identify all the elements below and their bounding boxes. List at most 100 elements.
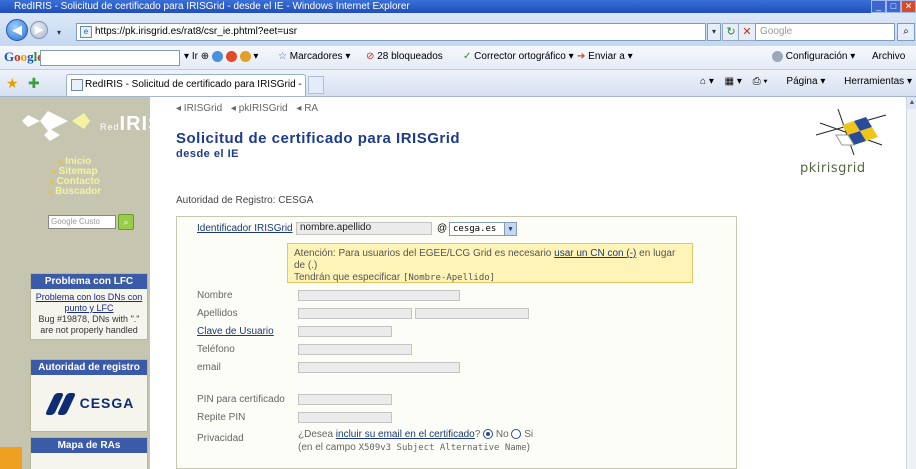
- cesga-logo[interactable]: CESGA: [31, 375, 147, 431]
- privacidad-label: Privacidad: [197, 433, 244, 444]
- home-icon[interactable]: ⌂ ▾: [700, 76, 714, 87]
- telefono-label: Teléfono: [197, 344, 235, 355]
- spellcheck-icon: ✓: [463, 51, 472, 62]
- page-title: Solicitud de certificado para IRISGrid: [176, 130, 461, 147]
- search-icon[interactable]: ⌕: [897, 23, 915, 41]
- feeds-icon[interactable]: [239, 51, 251, 62]
- clave-label[interactable]: Clave de Usuario: [197, 326, 274, 337]
- authority-label: Autoridad de Registro: CESGA: [176, 195, 314, 206]
- google-toolbar: Google ▾ Ir ⊕ ▾ ☆ Marcadores ▾ ⊘ 28 bloq…: [0, 46, 916, 70]
- window-title-bar: RedIRIS - Solicitud de certificado para …: [0, 0, 916, 13]
- privacy-note: (en el campo X509v3 Subject Alternative …: [298, 442, 530, 453]
- breadcrumb-ra[interactable]: ◂ RA: [296, 103, 318, 114]
- tools-menu[interactable]: Herramientas ▾: [836, 76, 912, 87]
- pin-input[interactable]: [298, 394, 392, 405]
- bookmarks-button[interactable]: ☆ Marcadores ▾: [278, 51, 350, 62]
- nombre-input[interactable]: [298, 290, 460, 301]
- custom-search-input[interactable]: Google Custo: [48, 215, 116, 229]
- pkirisgrid-mark-icon: [815, 108, 887, 156]
- privacy-question: ¿Desea incluir su email en el certificad…: [298, 429, 534, 440]
- page-menu[interactable]: Página ▾: [778, 76, 825, 87]
- close-window-button[interactable]: ✕: [901, 0, 916, 13]
- address-toolbar: ◀ ▶ ▾ e https://pk.irisgrid.es/rat8/csr_…: [0, 13, 916, 46]
- authority-box-title: Autoridad de registro: [31, 360, 147, 375]
- lfc-box-title: Problema con LFC: [31, 274, 147, 289]
- repite-pin-input[interactable]: [298, 412, 392, 423]
- telefono-input[interactable]: [298, 344, 412, 355]
- star-icon: ☆: [278, 51, 287, 62]
- email-label: email: [197, 362, 221, 373]
- privacy-si-radio[interactable]: [511, 429, 522, 440]
- tab-current[interactable]: RedIRIS - Solicitud de certificado para …: [66, 74, 306, 96]
- repite-pin-label: Repite PIN: [197, 412, 246, 423]
- site-icon: e: [80, 26, 92, 38]
- map-box-title: Mapa de RAs: [31, 438, 147, 453]
- lfc-box: Problema con LFC Problema con los DNs co…: [30, 273, 148, 340]
- page-subtitle: desde el IE: [176, 148, 239, 160]
- nombre-label: Nombre: [197, 290, 233, 301]
- identifier-input[interactable]: nombre.apellido: [296, 222, 432, 235]
- archive-button[interactable]: Archivo: [872, 51, 905, 62]
- browser-search-input[interactable]: Google: [755, 23, 895, 41]
- add-favorite-icon[interactable]: ✚: [28, 75, 40, 92]
- news-icon[interactable]: [225, 51, 237, 62]
- gear-icon: [772, 51, 783, 62]
- settings-button[interactable]: Configuración ▾: [772, 51, 855, 62]
- lfc-text: Bug #19878, DNs with "." are not properl…: [38, 314, 140, 335]
- identifier-label[interactable]: Identificador IRISGrid: [197, 223, 293, 234]
- popup-blocker[interactable]: ⊘ 28 bloqueados: [366, 51, 443, 62]
- clave-input[interactable]: [298, 326, 392, 337]
- privacy-no-radio[interactable]: [483, 429, 494, 440]
- google-toolbar-search[interactable]: [40, 50, 180, 66]
- apellido2-input[interactable]: [415, 308, 529, 319]
- clave-row: Clave de Usuario: [197, 326, 274, 337]
- map-box: Mapa de RAs: [30, 437, 148, 469]
- new-tab-button[interactable]: [308, 76, 324, 94]
- go-button[interactable]: ▾ Ir ⊕: [184, 51, 209, 62]
- privacy-no-label: No: [495, 429, 509, 440]
- page-content: RedIRIS Inicio Sitemap Contacto Buscador…: [0, 97, 906, 469]
- spellcheck-button[interactable]: ✓ Corrector ortográfico ▾: [463, 51, 574, 62]
- orange-strip: [0, 447, 22, 469]
- blocked-icon: ⊘: [366, 51, 375, 62]
- send-to-button[interactable]: ➔ Enviar a ▾: [577, 51, 633, 62]
- forward-button[interactable]: ▶: [30, 21, 48, 39]
- rediris-logo[interactable]: RedIRIS: [20, 107, 161, 147]
- email-input[interactable]: [298, 362, 460, 373]
- print-icon[interactable]: ⎙ ▾: [753, 76, 768, 87]
- certificate-form: Identificador IRISGrid nombre.apellido @…: [176, 216, 737, 469]
- search-button[interactable]: ⌕: [118, 214, 134, 230]
- pkirisgrid-logo[interactable]: pkirisgrid: [798, 105, 898, 180]
- scroll-up-icon[interactable]: ▲: [907, 97, 916, 109]
- nav-buscador[interactable]: Buscador: [0, 187, 150, 197]
- rediris-mark-icon: [22, 111, 90, 141]
- url-dropdown[interactable]: ▾: [707, 23, 721, 41]
- breadcrumb: ◂ IRISGrid ◂ pkIRISGrid ◂ RA: [176, 103, 324, 114]
- authority-box: Autoridad de registro CESGA: [30, 359, 148, 432]
- stop-icon[interactable]: ✕: [738, 23, 756, 41]
- breadcrumb-pkirisgrid[interactable]: ◂ pkIRISGrid: [231, 103, 288, 114]
- lfc-link[interactable]: Problema con los DNs con punto y LFC: [36, 292, 143, 313]
- vertical-scrollbar[interactable]: ▲: [906, 97, 916, 469]
- browse-icon[interactable]: [212, 51, 223, 62]
- send-icon: ➔: [577, 51, 586, 62]
- apellido1-input[interactable]: [298, 308, 412, 319]
- maximize-button[interactable]: □: [886, 0, 901, 13]
- history-dropdown[interactable]: ▾: [52, 25, 66, 39]
- chevron-down-icon: ▼: [504, 223, 516, 235]
- breadcrumb-irisgrid[interactable]: ◂ IRISGrid: [176, 103, 222, 114]
- pin-label: PIN para certificado: [197, 394, 285, 405]
- minimize-button[interactable]: _: [871, 0, 886, 13]
- feeds-icon[interactable]: ▦ ▾: [725, 76, 742, 87]
- toolbar-icons[interactable]: ▾: [212, 51, 258, 62]
- identifier-row: Identificador IRISGrid: [197, 223, 293, 234]
- back-button[interactable]: ◀: [6, 19, 28, 41]
- tab-bar: ★ ✚ RedIRIS - Solicitud de certificado p…: [0, 70, 916, 97]
- sidebar: RedIRIS Inicio Sitemap Contacto Buscador…: [0, 97, 161, 469]
- map-image[interactable]: [31, 453, 147, 469]
- url-field[interactable]: e https://pk.irisgrid.es/rat8/csr_ie.pht…: [76, 23, 706, 41]
- favorites-icon[interactable]: ★: [6, 75, 19, 92]
- domain-select[interactable]: cesga.es ▼: [449, 222, 517, 236]
- cn-link[interactable]: usar un CN con (-): [554, 248, 636, 259]
- privacy-link[interactable]: incluir su email en el certificado: [336, 429, 475, 440]
